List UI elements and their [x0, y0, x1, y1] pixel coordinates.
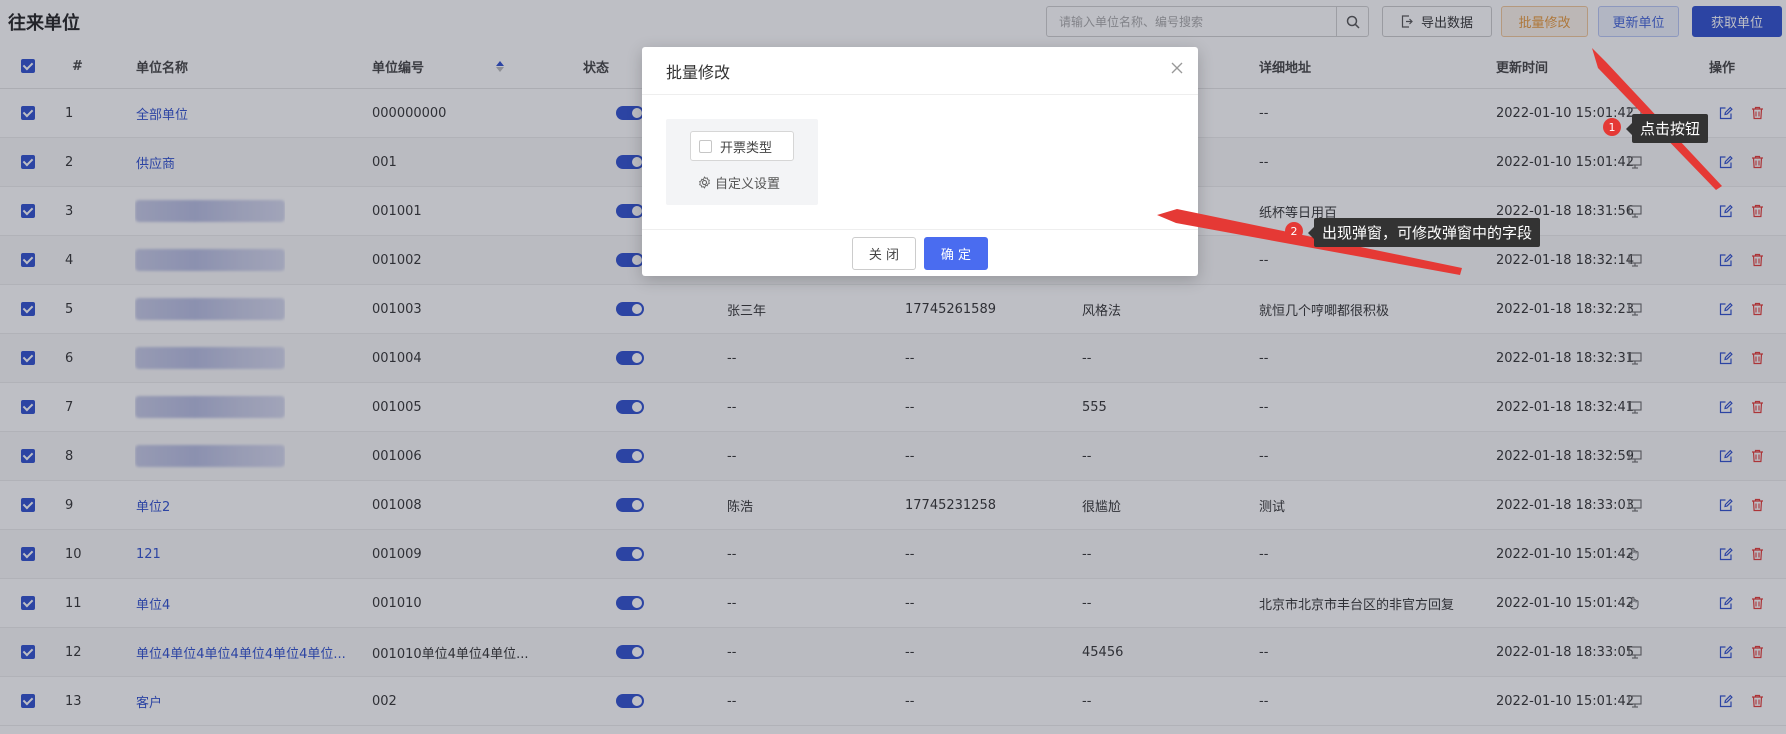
modal-title: 批量修改 [666, 63, 731, 82]
invoice-type-checkbox[interactable]: 开票类型 [690, 131, 794, 161]
step-1-tooltip: 点击按钮 [1632, 114, 1709, 143]
custom-settings-link[interactable]: 自定义设置 [698, 173, 780, 192]
step-1-badge: 1 [1603, 118, 1621, 136]
modal-confirm-button[interactable]: 确 定 [924, 237, 988, 270]
checkbox-box [699, 139, 712, 153]
modal-divider [642, 94, 1198, 95]
batch-edit-modal: 批量修改 开票类型 自定义设置 关 闭 确 定 [642, 47, 1198, 276]
custom-settings-label: 自定义设置 [715, 177, 781, 192]
invoice-type-label: 开票类型 [720, 140, 773, 156]
close-icon[interactable] [1170, 61, 1184, 75]
modal-close-button[interactable]: 关 闭 [852, 237, 916, 270]
modal-footer-divider [642, 229, 1198, 230]
field-panel: 开票类型 自定义设置 [666, 119, 818, 205]
step-2-badge: 2 [1285, 222, 1303, 240]
step-2-tooltip: 出现弹窗，可修改弹窗中的字段 [1314, 218, 1541, 247]
gear-icon [699, 176, 710, 189]
